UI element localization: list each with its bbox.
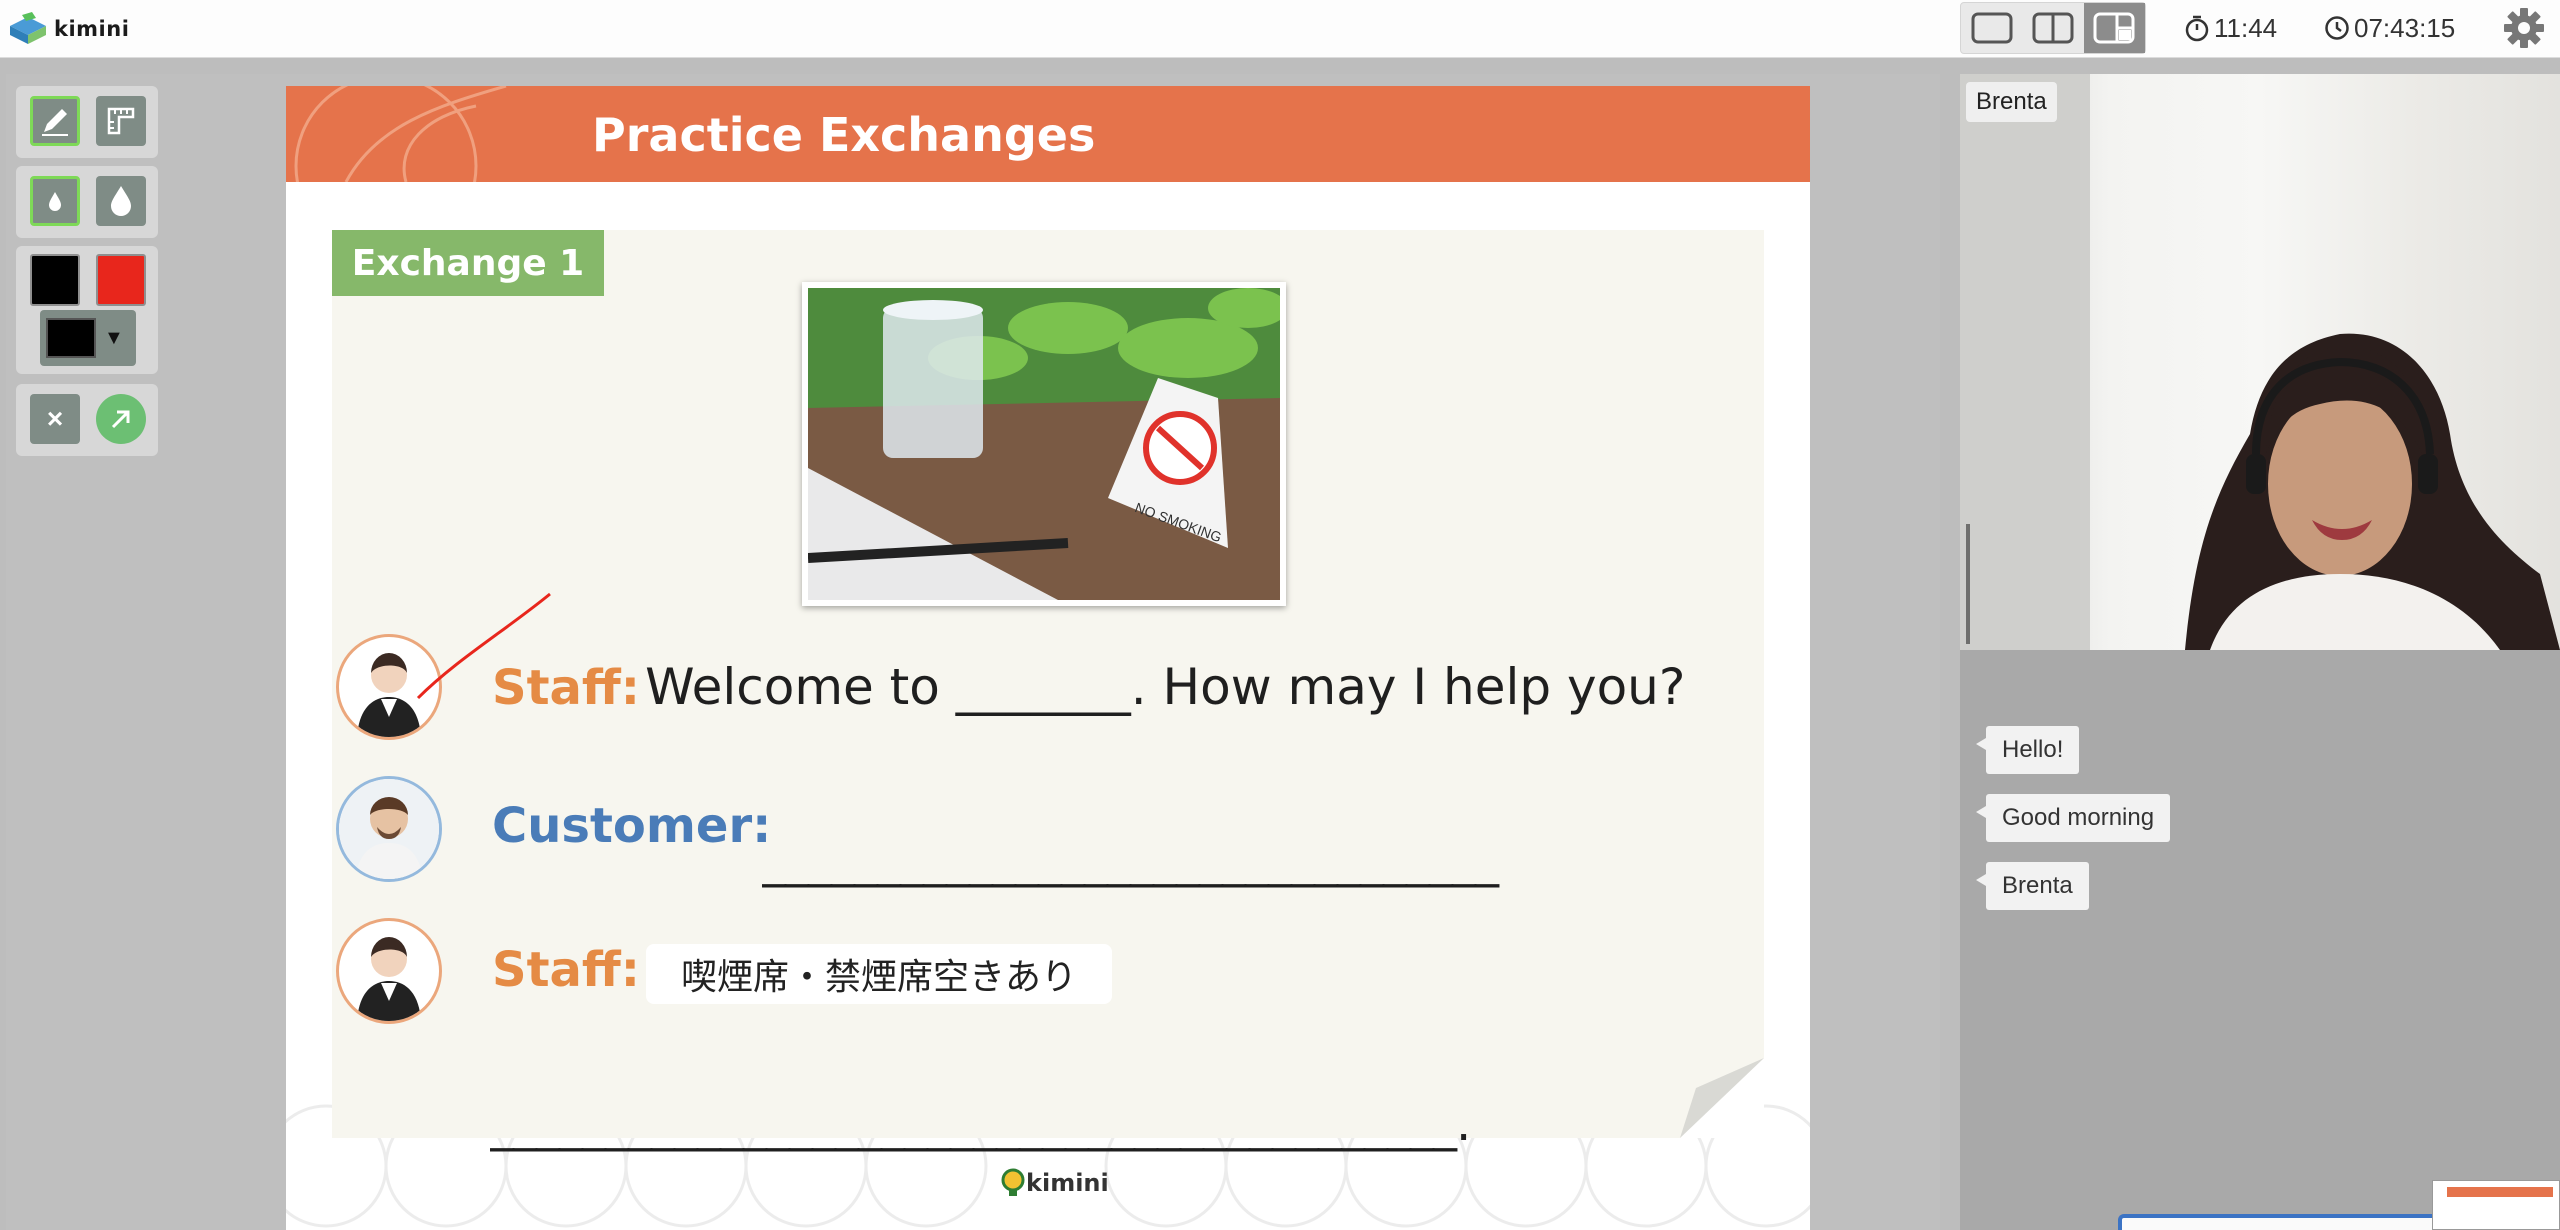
gear-icon [2504,8,2544,48]
staff-person-icon [357,937,421,1021]
settings-button[interactable] [2500,4,2548,52]
arrow-icon [111,410,130,429]
restaurant-table-illustration: NO SMOKING [808,288,1280,600]
single-view-button[interactable] [1961,3,2022,53]
role-customer: Customer: [492,798,772,854]
clock: 07:43:15 [2324,8,2455,48]
slide-thumbnail-strip[interactable] [2118,1214,2438,1230]
answer-blank-2: ________________________________________… [490,1096,1471,1152]
red-color-swatch[interactable] [96,254,146,306]
answer-blank-1: ________________________________ [762,832,1499,888]
dropdown-arrow-icon: ▼ [104,326,124,349]
no-smoking-photo: NO SMOKING [802,282,1286,606]
participant-name-label: Brenta [1966,82,2057,122]
ruler-icon [107,107,135,135]
video-chat-panel: Brenta Hello! Good morning Brenta [1960,74,2560,1230]
thumbnail-header [2447,1187,2553,1197]
pen-icon [42,109,68,136]
clock-icon [2325,16,2349,40]
kimini-bulb-icon [1001,1168,1025,1196]
leaf-decoration-icon [294,86,507,182]
exchange-tag: Exchange 1 [332,230,604,296]
footer-brand: kimini [1026,1169,1109,1197]
kimini-logo-icon [10,12,46,44]
split-view-button[interactable] [2022,3,2083,53]
action-group: × [16,384,158,456]
page-curl-decoration [1680,1058,1764,1138]
teacher-video[interactable]: Brenta [1960,74,2560,650]
split-view-icon [2032,12,2074,44]
line-text: Welcome to _______. How may I help you? [645,658,1686,716]
video-frame [1960,74,2560,650]
exchange-line-3: Staff: [492,942,640,998]
staff-avatar [336,918,442,1024]
app-name: kimini [54,17,130,41]
layout-switcher [1960,2,2146,54]
color-group: ▼ [16,246,158,374]
pen-tool-button[interactable] [30,96,80,146]
kimini-logo: kimini [8,10,129,48]
clear-button[interactable]: × [30,394,80,444]
slide-header: Practice Exchanges [286,86,1810,182]
lesson-timer-value: 11:44 [2214,12,2278,43]
exchange-line-1: Staff: Welcome to _______. How may I hel… [492,658,1685,716]
thin-stroke-button[interactable] [30,176,80,226]
chat-message: Good morning [1975,794,2171,842]
clock-value: 07:43:15 [2354,12,2456,43]
chat-message: Hello! [1975,726,2080,774]
black-color-swatch[interactable] [30,254,80,306]
exchange-line-2: Customer: [492,798,771,854]
draw-tool-group [16,86,158,158]
thick-drop-icon [111,186,131,216]
japanese-hint: 喫煙席・禁煙席空きあり [646,944,1112,1004]
board-video-view-button[interactable] [2083,3,2145,53]
customer-avatar [336,776,442,882]
stopwatch-icon [2185,15,2209,42]
ruler-tool-button[interactable] [96,96,146,146]
thin-drop-icon [49,192,61,211]
role-staff: Staff: [492,942,640,998]
pen-annotation-stroke [416,592,551,700]
top-bar: kimini 11:44 07:43:15 [0,0,2560,58]
pointer-arrow-button[interactable] [96,394,146,444]
thick-stroke-button[interactable] [96,176,146,226]
lesson-slide[interactable]: Practice Exchanges Exchange 1 NO SMOKING [286,86,1810,1230]
stroke-size-group [16,166,158,238]
color-dropdown[interactable]: ▼ [40,310,136,366]
board-video-view-icon [2093,12,2135,44]
slide-footer-logo: kimini [1000,1168,1109,1198]
customer-person-icon [339,779,439,879]
slide-thumbnail[interactable] [2432,1180,2560,1230]
single-view-icon [1971,12,2013,44]
photo-scene: NO SMOKING [808,288,1280,600]
lesson-timer: 11:44 [2184,8,2277,48]
current-color-chip [46,318,96,358]
close-icon: × [46,403,64,434]
chat-message: Brenta [1976,862,2089,910]
slide-title: Practice Exchanges [592,108,1096,162]
